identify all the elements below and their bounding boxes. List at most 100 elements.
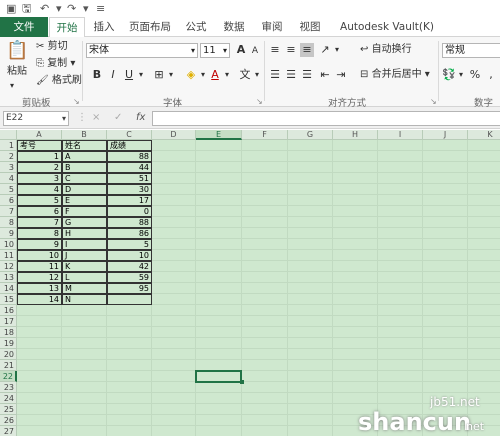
row-header-9[interactable]: 9 bbox=[0, 228, 17, 239]
row-header-15[interactable]: 15 bbox=[0, 294, 17, 305]
row-header-1[interactable]: 1 bbox=[0, 140, 17, 151]
row-header-20[interactable]: 20 bbox=[0, 349, 17, 360]
tab-autodesk-vault[interactable]: Autodesk Vault(K) bbox=[332, 17, 442, 37]
phonetic-dropdown-icon[interactable]: ▾ bbox=[250, 68, 264, 82]
worksheet[interactable]: A B C D E F G H I J K 1 2 3 4 5 6 7 8 9 10 11 12 13 14 15 16 17 18 19… bbox=[0, 130, 500, 436]
cell-a7[interactable]: 6 bbox=[17, 206, 62, 217]
comma-icon[interactable]: , bbox=[484, 68, 498, 82]
align-top-icon[interactable]: ≡ bbox=[268, 43, 282, 57]
merge-center-button[interactable]: ⊟ 合并后居中 ▾ bbox=[360, 68, 430, 82]
cell-b13[interactable]: L bbox=[62, 272, 107, 283]
cell-c11[interactable]: 10 bbox=[107, 250, 152, 261]
tab-home[interactable]: 开始 bbox=[49, 17, 85, 38]
row-header-12[interactable]: 12 bbox=[0, 261, 17, 272]
font-name-select[interactable]: 宋体 ▾ bbox=[86, 43, 198, 58]
cell-a4[interactable]: 3 bbox=[17, 173, 62, 184]
cell-a14[interactable]: 13 bbox=[17, 283, 62, 294]
cell-a11[interactable]: 10 bbox=[17, 250, 62, 261]
row-header-25[interactable]: 25 bbox=[0, 404, 17, 415]
row-header-8[interactable]: 8 bbox=[0, 217, 17, 228]
cut-button[interactable]: ✂ 剪切 bbox=[36, 40, 68, 54]
align-left-icon[interactable]: ☰ bbox=[268, 68, 282, 82]
cell-b10[interactable]: I bbox=[62, 239, 107, 250]
column-header-j[interactable]: J bbox=[423, 130, 468, 140]
cell-c14[interactable]: 95 bbox=[107, 283, 152, 294]
cell-b6[interactable]: E bbox=[62, 195, 107, 206]
cell-a3[interactable]: 2 bbox=[17, 162, 62, 173]
tab-view[interactable]: 视图 bbox=[294, 17, 326, 37]
align-right-icon[interactable]: ☰ bbox=[300, 68, 314, 82]
cell-b11[interactable]: J bbox=[62, 250, 107, 261]
undo-dropdown-icon[interactable]: ▾ bbox=[56, 1, 62, 16]
orientation-dropdown-icon[interactable]: ▾ bbox=[330, 43, 344, 57]
row-header-10[interactable]: 10 bbox=[0, 239, 17, 250]
cell-c2[interactable]: 88 bbox=[107, 151, 152, 162]
column-header-k[interactable]: K bbox=[468, 130, 500, 140]
paste-dropdown-icon[interactable]: ▾ bbox=[10, 79, 14, 93]
row-header-16[interactable]: 16 bbox=[0, 305, 17, 316]
cell-c1[interactable]: 成绩 bbox=[107, 140, 152, 151]
increase-font-icon[interactable]: A bbox=[234, 43, 248, 57]
cell-c3[interactable]: 44 bbox=[107, 162, 152, 173]
row-header-18[interactable]: 18 bbox=[0, 327, 17, 338]
row-header-4[interactable]: 4 bbox=[0, 173, 17, 184]
column-header-a[interactable]: A bbox=[17, 130, 62, 140]
tab-formulas[interactable]: 公式 bbox=[180, 17, 212, 37]
row-header-24[interactable]: 24 bbox=[0, 393, 17, 404]
cell-c4[interactable]: 51 bbox=[107, 173, 152, 184]
row-header-2[interactable]: 2 bbox=[0, 151, 17, 162]
font-size-select[interactable]: 11 ▾ bbox=[200, 43, 230, 58]
cell-b5[interactable]: D bbox=[62, 184, 107, 195]
cell-a6[interactable]: 5 bbox=[17, 195, 62, 206]
cell-c10[interactable]: 5 bbox=[107, 239, 152, 250]
increase-indent-icon[interactable]: ⇥ bbox=[334, 68, 348, 82]
cell-c13[interactable]: 59 bbox=[107, 272, 152, 283]
decrease-indent-icon[interactable]: ⇤ bbox=[318, 68, 332, 82]
cell-b9[interactable]: H bbox=[62, 228, 107, 239]
cancel-icon[interactable]: × bbox=[92, 111, 100, 125]
row-header-26[interactable]: 26 bbox=[0, 415, 17, 426]
cell-a8[interactable]: 7 bbox=[17, 217, 62, 228]
row-header-14[interactable]: 14 bbox=[0, 283, 17, 294]
cell-a15[interactable]: 14 bbox=[17, 294, 62, 305]
cell-b2[interactable]: A bbox=[62, 151, 107, 162]
cell-a12[interactable]: 11 bbox=[17, 261, 62, 272]
cell-b8[interactable]: G bbox=[62, 217, 107, 228]
row-header-17[interactable]: 17 bbox=[0, 316, 17, 327]
number-format-select[interactable]: 常规 bbox=[442, 43, 500, 58]
cell-a1[interactable]: 考号 bbox=[17, 140, 62, 151]
align-center-icon[interactable]: ☰ bbox=[284, 68, 298, 82]
currency-dropdown-icon[interactable]: ▾ bbox=[454, 68, 468, 82]
cell-a2[interactable]: 1 bbox=[17, 151, 62, 162]
italic-button[interactable]: I bbox=[106, 68, 120, 82]
tab-review[interactable]: 审阅 bbox=[256, 17, 288, 37]
column-header-d[interactable]: D bbox=[152, 130, 196, 140]
tab-insert[interactable]: 插入 bbox=[88, 17, 120, 37]
row-header-23[interactable]: 23 bbox=[0, 382, 17, 393]
select-all-corner[interactable] bbox=[0, 130, 17, 140]
save-icon[interactable]: 🖫 bbox=[22, 1, 31, 16]
cell-b14[interactable]: M bbox=[62, 283, 107, 294]
row-header-3[interactable]: 3 bbox=[0, 162, 17, 173]
row-header-21[interactable]: 21 bbox=[0, 360, 17, 371]
cell-b1[interactable]: 姓名 bbox=[62, 140, 107, 151]
tab-data[interactable]: 数据 bbox=[218, 17, 250, 37]
column-header-e[interactable]: E bbox=[196, 130, 242, 140]
active-cell-selection[interactable] bbox=[195, 370, 242, 383]
row-header-22[interactable]: 22 bbox=[0, 371, 17, 382]
column-header-h[interactable]: H bbox=[333, 130, 378, 140]
row-header-19[interactable]: 19 bbox=[0, 338, 17, 349]
cell-b3[interactable]: B bbox=[62, 162, 107, 173]
redo-icon[interactable]: ↷ bbox=[67, 1, 76, 16]
row-header-27[interactable]: 27 bbox=[0, 426, 17, 436]
cell-b7[interactable]: F bbox=[62, 206, 107, 217]
cell-c12[interactable]: 42 bbox=[107, 261, 152, 272]
row-header-6[interactable]: 6 bbox=[0, 195, 17, 206]
align-bottom-icon[interactable]: ≡ bbox=[300, 43, 314, 57]
column-header-f[interactable]: F bbox=[242, 130, 288, 140]
cell-c9[interactable]: 86 bbox=[107, 228, 152, 239]
font-color-dropdown-icon[interactable]: ▾ bbox=[220, 68, 234, 82]
enter-icon[interactable]: ✓ bbox=[114, 111, 122, 125]
fill-handle[interactable] bbox=[240, 380, 244, 384]
row-header-13[interactable]: 13 bbox=[0, 272, 17, 283]
